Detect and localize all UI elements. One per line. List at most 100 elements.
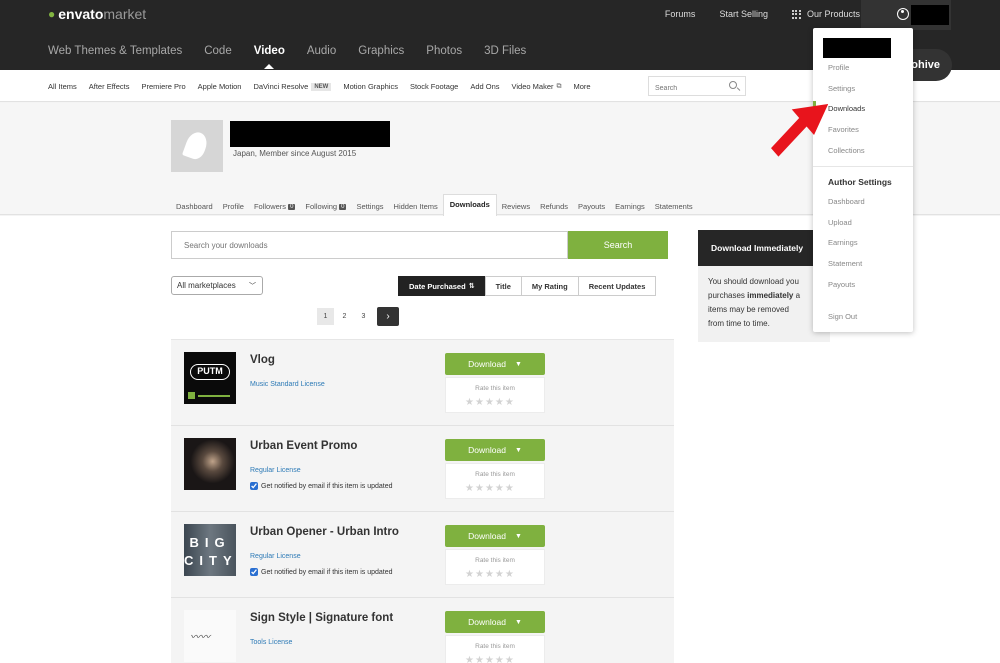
menu-collections[interactable]: Collections bbox=[828, 146, 865, 155]
tab-refunds[interactable]: Refunds bbox=[535, 202, 573, 216]
star-icon[interactable]: ★ bbox=[485, 570, 494, 580]
tab-settings[interactable]: Settings bbox=[351, 202, 388, 216]
subnav-add-ons[interactable]: Add Ons bbox=[470, 82, 499, 91]
tab-statements[interactable]: Statements bbox=[650, 202, 698, 216]
sort-title[interactable]: Title bbox=[484, 276, 522, 296]
subnav-motion-graphics[interactable]: Motion Graphics bbox=[343, 82, 398, 91]
subnav-davinci-resolve[interactable]: DaVinci Resolve NEW bbox=[253, 82, 332, 91]
star-icon[interactable]: ★ bbox=[485, 398, 494, 408]
category-photos[interactable]: Photos bbox=[426, 45, 462, 57]
notify-checkbox-row[interactable]: Get notified by email if this item is up… bbox=[250, 482, 393, 490]
item-thumbnail[interactable]: BIG CITY bbox=[184, 524, 236, 576]
menu-profile[interactable]: Profile bbox=[828, 63, 849, 72]
sort-my-rating[interactable]: My Rating bbox=[520, 276, 579, 296]
item-license-link[interactable]: Tools License bbox=[250, 639, 292, 646]
star-icon[interactable]: ★ bbox=[505, 570, 514, 580]
item-license-link[interactable]: Regular License bbox=[250, 467, 301, 474]
notify-checkbox[interactable] bbox=[250, 482, 258, 490]
category-video[interactable]: Video bbox=[254, 45, 285, 69]
star-icon[interactable]: ★ bbox=[485, 484, 494, 494]
star-icon[interactable]: ★ bbox=[465, 570, 474, 580]
category-3d-files[interactable]: 3D Files bbox=[484, 45, 526, 57]
user-icon[interactable] bbox=[897, 8, 909, 20]
tab-profile[interactable]: Profile bbox=[218, 202, 249, 216]
category-graphics[interactable]: Graphics bbox=[358, 45, 404, 57]
tab-dashboard[interactable]: Dashboard bbox=[171, 202, 218, 216]
star-icon[interactable]: ★ bbox=[465, 656, 474, 663]
download-button[interactable]: Download ▼ bbox=[445, 353, 545, 375]
sort-date-purchased[interactable]: Date Purchased ⇅ bbox=[398, 276, 486, 296]
item-license-link[interactable]: Music Standard License bbox=[250, 381, 325, 388]
subnav-premiere-pro[interactable]: Premiere Pro bbox=[141, 82, 185, 91]
subnav-after-effects[interactable]: After Effects bbox=[89, 82, 130, 91]
star-icon[interactable]: ★ bbox=[465, 484, 474, 494]
downloads-search-input[interactable] bbox=[172, 232, 567, 258]
author-menu-dashboard[interactable]: Dashboard bbox=[828, 197, 865, 206]
star-icon[interactable]: ★ bbox=[505, 398, 514, 408]
downloads-search-button[interactable]: Search bbox=[568, 231, 668, 259]
author-menu-statement[interactable]: Statement bbox=[828, 259, 862, 268]
star-icon[interactable]: ★ bbox=[495, 484, 504, 494]
download-button[interactable]: Download ▼ bbox=[445, 525, 545, 547]
envato-logo[interactable]: ● envato market bbox=[48, 6, 146, 22]
notify-checkbox-row[interactable]: Get notified by email if this item is up… bbox=[250, 568, 393, 576]
item-title[interactable]: Vlog bbox=[250, 354, 275, 366]
item-thumbnail[interactable] bbox=[184, 438, 236, 490]
category-audio[interactable]: Audio bbox=[307, 45, 336, 57]
star-icon[interactable]: ★ bbox=[495, 398, 504, 408]
subnav-video-maker[interactable]: Video Maker ⧉ bbox=[512, 82, 562, 91]
tab-followers[interactable]: Followers 0 bbox=[249, 202, 300, 216]
item-thumbnail[interactable]: 〰〰 bbox=[184, 610, 236, 662]
tab-payouts[interactable]: Payouts bbox=[573, 202, 610, 216]
downloads-search-box[interactable] bbox=[171, 231, 568, 259]
menu-downloads[interactable]: Downloads bbox=[828, 104, 865, 113]
sub-nav-search[interactable] bbox=[648, 76, 746, 98]
tab-reviews[interactable]: Reviews bbox=[497, 202, 535, 216]
item-thumbnail[interactable]: PUTM bbox=[184, 352, 236, 404]
our-products-link[interactable]: Our Products bbox=[791, 9, 860, 19]
page-3[interactable]: 3 bbox=[355, 308, 372, 325]
item-title[interactable]: Urban Event Promo bbox=[250, 440, 357, 452]
start-selling-link[interactable]: Start Selling bbox=[719, 9, 768, 19]
page-1[interactable]: 1 bbox=[317, 308, 334, 325]
author-menu-earnings[interactable]: Earnings bbox=[828, 238, 858, 247]
tab-following[interactable]: Following 0 bbox=[300, 202, 351, 216]
author-menu-payouts[interactable]: Payouts bbox=[828, 280, 855, 289]
subnav-stock-footage[interactable]: Stock Footage bbox=[410, 82, 458, 91]
download-button[interactable]: Download ▼ bbox=[445, 611, 545, 633]
star-icon[interactable]: ★ bbox=[475, 656, 484, 663]
menu-favorites[interactable]: Favorites bbox=[828, 125, 859, 134]
next-page-icon[interactable]: › bbox=[377, 307, 399, 326]
star-icon[interactable]: ★ bbox=[495, 570, 504, 580]
tab-earnings[interactable]: Earnings bbox=[610, 202, 650, 216]
sub-nav-search-input[interactable] bbox=[649, 79, 729, 98]
star-icon[interactable]: ★ bbox=[485, 656, 494, 663]
page-2[interactable]: 2 bbox=[336, 308, 353, 325]
marketplace-select[interactable]: All marketplaces ﹀ bbox=[171, 276, 263, 295]
sort-recent-updates[interactable]: Recent Updates bbox=[577, 276, 657, 296]
sign-out-link[interactable]: Sign Out bbox=[828, 312, 857, 321]
tab-hidden-items[interactable]: Hidden Items bbox=[389, 202, 443, 216]
star-icon[interactable]: ★ bbox=[465, 398, 474, 408]
menu-settings[interactable]: Settings bbox=[828, 84, 855, 93]
category-web-themes-templates[interactable]: Web Themes & Templates bbox=[48, 45, 182, 57]
item-license-link[interactable]: Regular License bbox=[250, 553, 301, 560]
star-icon[interactable]: ★ bbox=[505, 484, 514, 494]
download-button[interactable]: Download ▼ bbox=[445, 439, 545, 461]
star-icon[interactable]: ★ bbox=[475, 484, 484, 494]
subnav-apple-motion[interactable]: Apple Motion bbox=[198, 82, 242, 91]
star-icon[interactable]: ★ bbox=[505, 656, 514, 663]
star-icon[interactable]: ★ bbox=[475, 398, 484, 408]
author-menu-upload[interactable]: Upload bbox=[828, 218, 852, 227]
forums-link[interactable]: Forums bbox=[665, 9, 696, 19]
item-title[interactable]: Urban Opener - Urban Intro bbox=[250, 526, 399, 538]
tab-downloads[interactable]: Downloads bbox=[442, 194, 497, 217]
subnav-more[interactable]: More bbox=[573, 82, 590, 91]
item-title[interactable]: Sign Style | Signature font bbox=[250, 612, 393, 624]
star-icon[interactable]: ★ bbox=[495, 656, 504, 663]
notify-checkbox[interactable] bbox=[250, 568, 258, 576]
category-code[interactable]: Code bbox=[204, 45, 232, 57]
search-icon[interactable] bbox=[729, 81, 737, 89]
subnav-all-items[interactable]: All Items bbox=[48, 82, 77, 91]
star-icon[interactable]: ★ bbox=[475, 570, 484, 580]
